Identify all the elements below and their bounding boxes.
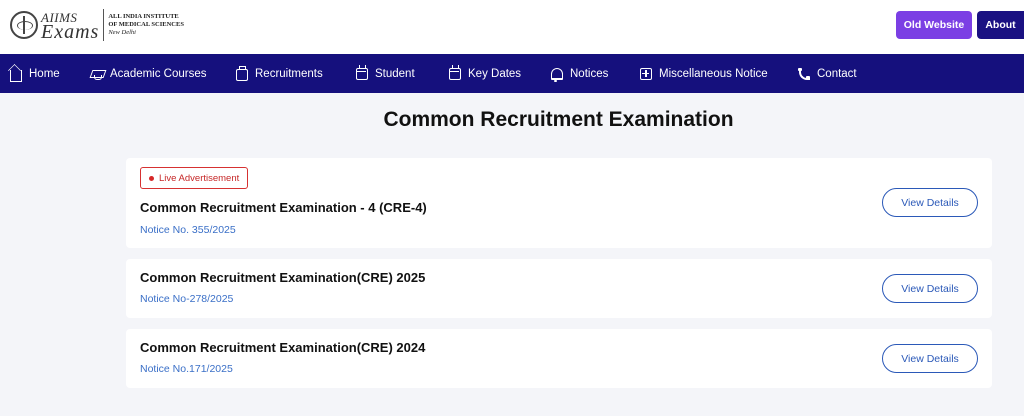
old-website-button[interactable]: Old Website	[896, 11, 972, 39]
aiims-emblem-icon	[10, 11, 38, 39]
aiims-exams-logo[interactable]: AIIMS Exams ALL INDIA INSTITUTE OF MEDIC…	[10, 8, 184, 42]
view-details-button[interactable]: View Details	[882, 274, 978, 303]
nav-item-contact[interactable]: Contact	[798, 54, 857, 93]
institute-line3: New Delhi	[108, 29, 136, 36]
live-dot-icon	[149, 175, 154, 181]
nav-item-student[interactable]: Student	[356, 54, 415, 93]
main-nav: Home Academic Courses Recruitments Stude…	[0, 54, 1024, 93]
exam-card: Common Recruitment Examination(CRE) 2024…	[126, 329, 992, 388]
top-header: AIIMS Exams ALL INDIA INSTITUTE OF MEDIC…	[0, 0, 1024, 54]
phone-icon	[798, 67, 810, 80]
institute-name: ALL INDIA INSTITUTE OF MEDICAL SCIENCES …	[108, 13, 184, 37]
nav-item-label: Miscellaneous Notice	[659, 67, 768, 80]
exam-card: Live Advertisement Common Recruitment Ex…	[126, 158, 992, 248]
nav-item-label: Key Dates	[468, 67, 522, 80]
view-details-button[interactable]: View Details	[882, 344, 978, 373]
briefcase-icon	[236, 65, 248, 81]
bell-icon	[551, 67, 563, 82]
nav-item-miscellaneous-notice[interactable]: Miscellaneous Notice	[640, 54, 768, 93]
notice-number: Notice No-278/2025	[140, 293, 234, 305]
calendar-icon	[356, 64, 368, 80]
nav-item-label: Recruitments	[255, 67, 323, 80]
calendar-check-icon	[449, 64, 461, 80]
about-button[interactable]: About	[977, 11, 1024, 39]
graduation-cap-icon	[91, 68, 103, 80]
page-title: Common Recruitment Examination	[383, 108, 734, 131]
live-advertisement-badge: Live Advertisement	[140, 167, 249, 189]
exam-title: Common Recruitment Examination(CRE) 2024	[140, 340, 426, 355]
nav-item-label: Home	[29, 67, 60, 80]
institute-line1: ALL INDIA INSTITUTE	[108, 13, 179, 20]
nav-item-label: Notices	[570, 67, 609, 80]
nav-item-home[interactable]: Home	[10, 54, 60, 93]
view-details-button[interactable]: View Details	[882, 188, 978, 217]
logo-line2: Exams	[41, 21, 100, 43]
plus-square-icon	[640, 67, 652, 80]
badge-label: Live Advertisement	[159, 172, 240, 184]
nav-item-recruitments[interactable]: Recruitments	[236, 54, 323, 93]
institute-line2: OF MEDICAL SCIENCES	[108, 21, 184, 28]
exam-card: Common Recruitment Examination(CRE) 2025…	[126, 259, 992, 318]
exam-title: Common Recruitment Examination - 4 (CRE-…	[140, 200, 427, 215]
nav-item-notices[interactable]: Notices	[551, 54, 608, 93]
nav-item-label: Academic Courses	[110, 67, 207, 80]
exam-title: Common Recruitment Examination(CRE) 2025	[140, 270, 426, 285]
notice-number: Notice No.171/2025	[140, 363, 233, 375]
nav-item-academic-courses[interactable]: Academic Courses	[91, 54, 207, 93]
nav-item-label: Contact	[817, 67, 857, 80]
nav-item-label: Student	[375, 67, 415, 80]
logo-wordmark: AIIMS Exams	[41, 11, 100, 43]
logo-divider	[103, 9, 105, 41]
home-icon	[10, 69, 22, 82]
nav-item-key-dates[interactable]: Key Dates	[449, 54, 521, 93]
notice-number: Notice No. 355/2025	[140, 224, 236, 236]
